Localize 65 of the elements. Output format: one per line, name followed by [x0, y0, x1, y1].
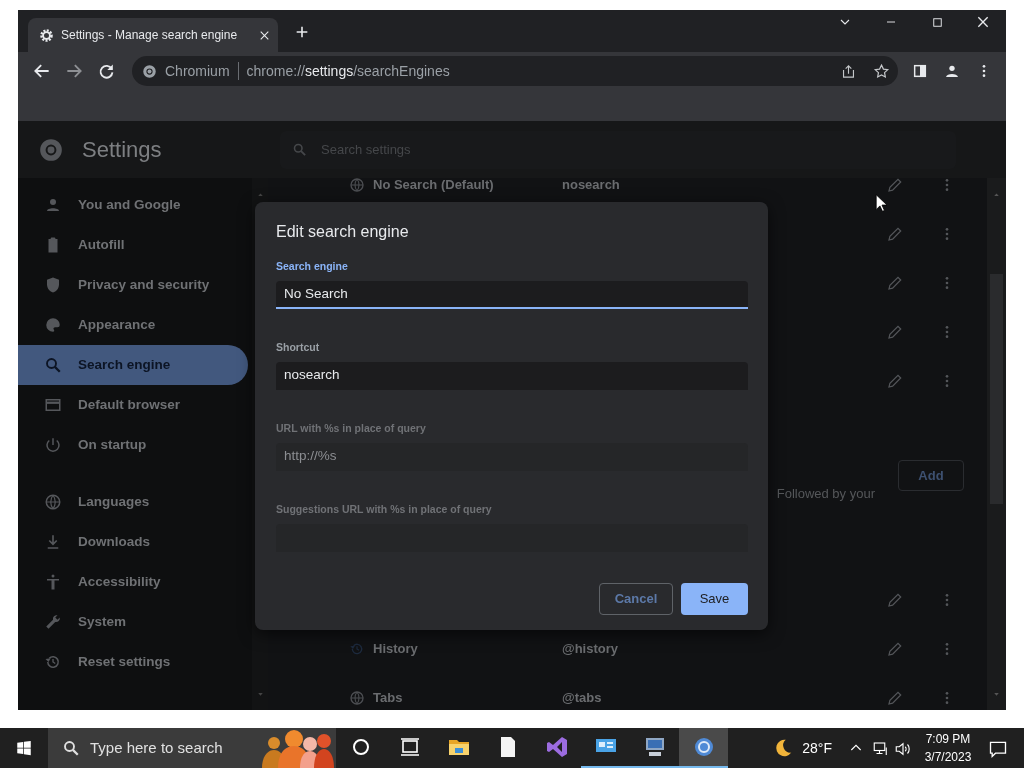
globe-icon: [349, 178, 365, 193]
url-text: chrome://settings/searchEngines: [246, 61, 450, 81]
shield-icon: [44, 276, 62, 294]
plus-icon[interactable]: [294, 24, 310, 40]
site-label: Chromium: [165, 61, 230, 81]
sidebar-item[interactable]: Default browser: [18, 385, 248, 425]
sidebar-item[interactable]: Search engine: [18, 345, 248, 385]
engine-shortcut: @history: [562, 639, 620, 658]
person-icon: [44, 196, 62, 214]
sidebar-item[interactable]: Languages: [18, 482, 248, 522]
sidebar-item[interactable]: On startup: [18, 425, 248, 465]
search-icon: [62, 739, 80, 757]
field-label: URL with %s in place of query: [276, 421, 427, 436]
add-button[interactable]: Add: [898, 460, 964, 491]
engine-name: History: [373, 639, 419, 658]
taskbar-search-field[interactable]: Type here to search: [48, 728, 336, 768]
browser-window-icon: [44, 396, 62, 414]
search-placeholder: Type here to search: [90, 737, 224, 758]
field-label: Suggestions URL with %s in place of query: [276, 502, 493, 517]
sidebar-item[interactable]: Appearance: [18, 305, 248, 345]
dialog-title: Edit search engine: [276, 222, 410, 242]
globe-icon: [349, 689, 365, 706]
sidebar-item[interactable]: Downloads: [18, 522, 248, 562]
sidebar-item[interactable]: Autofill: [18, 225, 248, 265]
sidebar-item[interactable]: System: [18, 602, 248, 642]
network-icon[interactable]: [872, 739, 890, 758]
save-button[interactable]: Save: [681, 583, 748, 615]
wrench-icon: [44, 613, 62, 631]
accessibility-icon: [44, 573, 62, 591]
input-field[interactable]: nosearch: [276, 361, 748, 390]
section-description: Followed by your: [776, 485, 875, 503]
input-field[interactable]: No Search: [276, 280, 748, 309]
gear-icon: [39, 27, 54, 43]
weather-text[interactable]: 28°F: [802, 737, 832, 759]
studio-icon: [544, 735, 569, 759]
search-icon: [44, 356, 62, 374]
search-icon: [292, 142, 307, 157]
clock-date[interactable]: 3/7/2023: [918, 748, 978, 766]
settings-title: Settings: [82, 136, 163, 164]
close-icon[interactable]: [975, 14, 991, 30]
field-label: Search engine: [276, 259, 349, 274]
engine-shortcut: nosearch: [562, 178, 621, 194]
windows-logo-icon[interactable]: [15, 739, 33, 757]
star-icon[interactable]: [873, 62, 890, 80]
sidebar-item[interactable]: You and Google: [18, 185, 248, 225]
share-icon[interactable]: [840, 62, 857, 80]
side-panel-icon[interactable]: [912, 63, 928, 79]
field-label: Shortcut: [276, 340, 321, 355]
globe-icon: [44, 493, 62, 511]
sidebar-item[interactable]: Privacy and security: [18, 265, 248, 305]
browser-tab[interactable]: Settings - Manage search engine: [28, 18, 278, 52]
sidebar-item[interactable]: Accessibility: [18, 562, 248, 602]
power-icon: [44, 436, 62, 454]
engine-name: Tabs: [373, 688, 404, 707]
chromium-logo-icon: [142, 63, 157, 79]
engine-name: No Search (Default): [373, 178, 495, 194]
sidebar-item[interactable]: Reset settings: [18, 642, 248, 682]
engine-shortcut: @tabs: [562, 688, 603, 707]
chromium-logo-icon: [38, 136, 64, 163]
palette-icon: [44, 316, 62, 334]
clock-time[interactable]: 7:09 PM: [918, 730, 978, 748]
history-icon: [44, 653, 62, 671]
cancel-button[interactable]: Cancel: [599, 583, 673, 615]
address-bar[interactable]: Chromium chrome://settings/searchEngines: [132, 56, 898, 86]
profile-icon[interactable]: [944, 63, 960, 79]
